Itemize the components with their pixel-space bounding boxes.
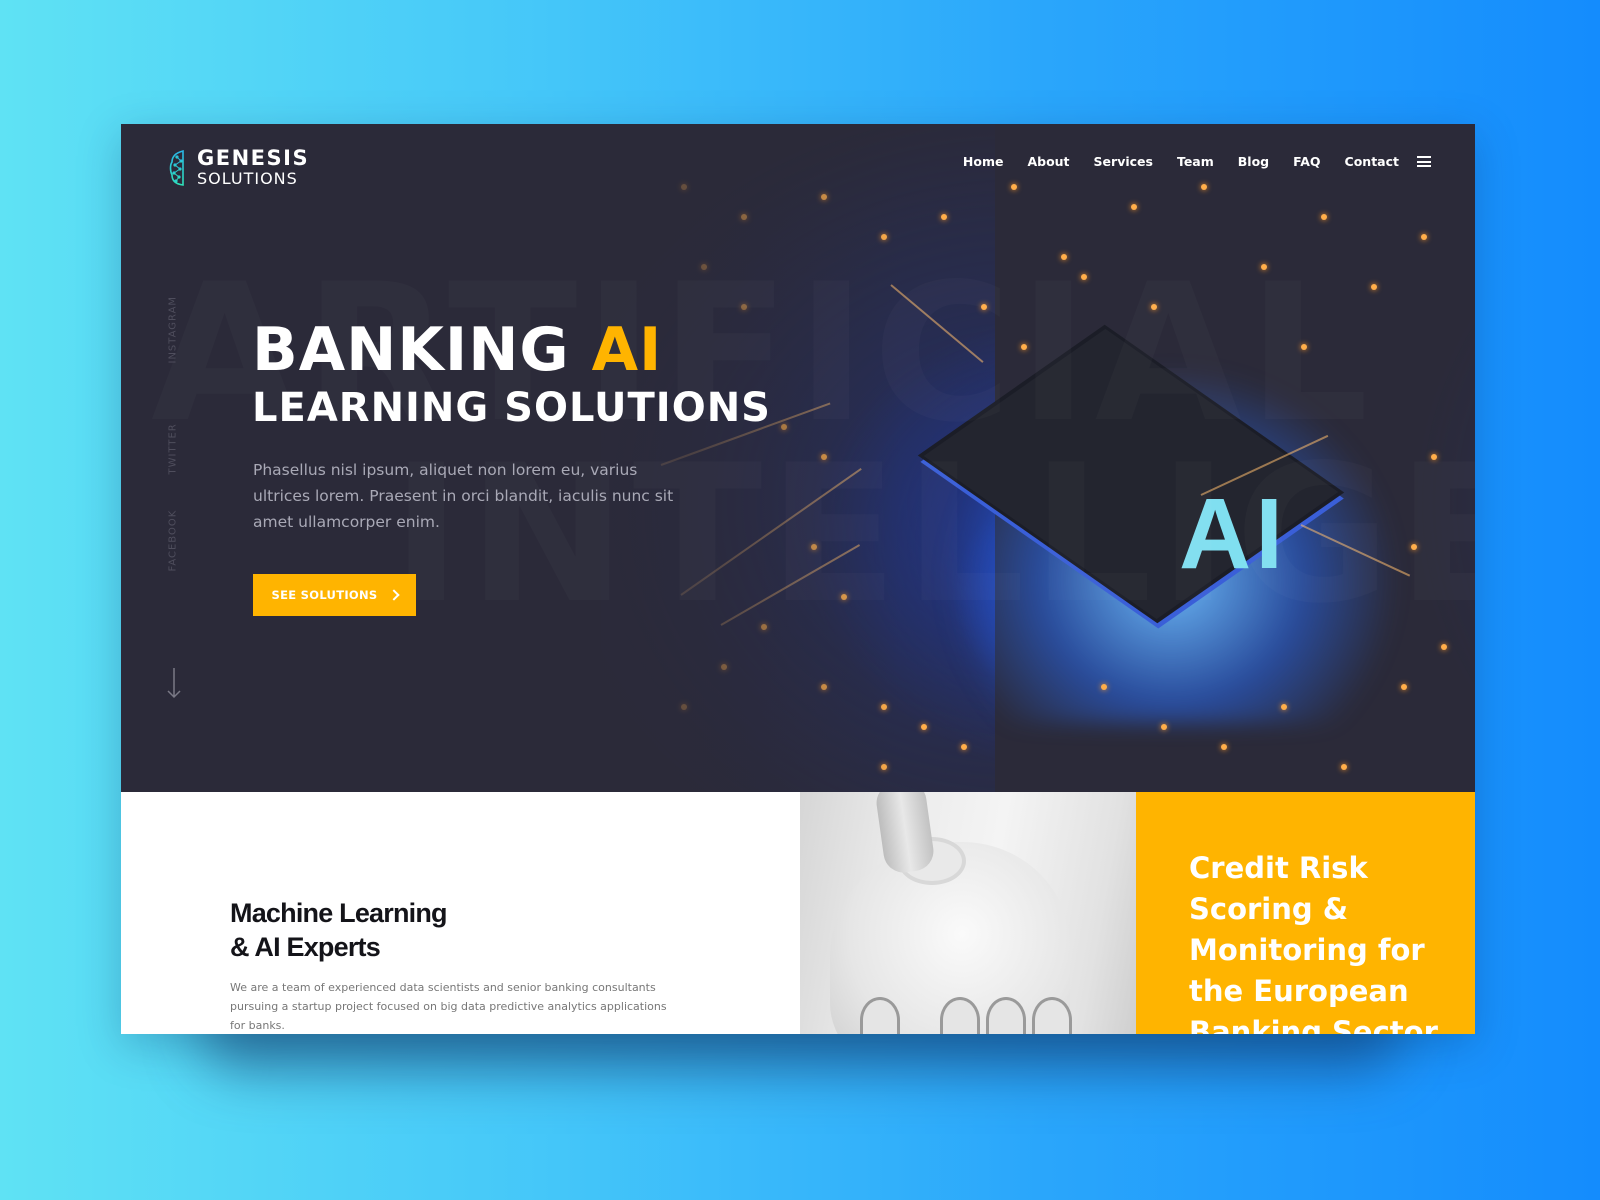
hero-title: BANKING AI LEARNING SOLUTIONS xyxy=(252,319,771,433)
circuit-light xyxy=(921,724,927,730)
circuit-light xyxy=(1221,744,1227,750)
feature-card-title: Credit Risk Scoring & Monitoring for the… xyxy=(1189,851,1438,1034)
robot-hand-image xyxy=(800,792,1136,1034)
nav-faq[interactable]: FAQ xyxy=(1293,154,1320,169)
chevron-right-icon xyxy=(387,589,400,601)
about-title-line-2: & AI Experts xyxy=(230,932,381,962)
about-description: We are a team of experienced data scient… xyxy=(230,981,667,1032)
circuit-light xyxy=(1441,644,1447,650)
about-title-line-1: Machine Learning xyxy=(230,898,448,928)
feature-card[interactable]: Credit Risk Scoring & Monitoring for the… xyxy=(1136,792,1475,1034)
circuit-light xyxy=(1161,724,1167,730)
arrow-down-icon[interactable] xyxy=(166,666,182,700)
nav-team[interactable]: Team xyxy=(1177,154,1214,169)
hamburger-icon[interactable] xyxy=(1417,156,1431,167)
hero-description: Phasellus nisl ipsum, aliquet non lorem … xyxy=(253,461,674,531)
brain-circuit-icon xyxy=(169,149,184,186)
nav-about[interactable]: About xyxy=(1027,154,1069,169)
nav-services[interactable]: Services xyxy=(1094,154,1153,169)
nav-home[interactable]: Home xyxy=(963,154,1004,169)
circuit-light xyxy=(1131,204,1137,210)
hero-subtitle: LEARNING SOLUTIONS xyxy=(252,385,771,431)
nav-contact[interactable]: Contact xyxy=(1345,154,1399,169)
social-link-facebook[interactable]: FACEBOOK xyxy=(168,510,179,572)
hero-section: AI ARTIFICIAL INTELLIGENCE GENESIS SOLUT… xyxy=(121,124,1475,792)
see-solutions-button[interactable]: SEE SOLUTIONS xyxy=(253,574,416,616)
hero-title-word: BANKING xyxy=(252,315,570,385)
social-link-instagram[interactable]: INSTAGRAM xyxy=(168,296,179,364)
brand-name: GENESIS xyxy=(197,146,310,170)
website-mockup: AI ARTIFICIAL INTELLIGENCE GENESIS SOLUT… xyxy=(121,124,1475,1034)
circuit-light xyxy=(961,744,967,750)
about-section: Machine Learning & AI Experts We are a t… xyxy=(121,792,800,1034)
circuit-light xyxy=(1201,184,1207,190)
circuit-light xyxy=(1011,184,1017,190)
brand-logo[interactable]: GENESIS SOLUTIONS xyxy=(169,148,309,187)
circuit-light xyxy=(1101,684,1107,690)
circuit-light xyxy=(1401,684,1407,690)
circuit-light xyxy=(1321,214,1327,220)
circuit-light xyxy=(941,214,947,220)
hero-title-accent: AI xyxy=(591,315,663,385)
circuit-light xyxy=(1421,234,1427,240)
social-link-twitter[interactable]: TWITTER xyxy=(168,423,179,474)
circuit-light xyxy=(1281,704,1287,710)
nav-blog[interactable]: Blog xyxy=(1238,154,1269,169)
brand-subname: SOLUTIONS xyxy=(197,169,298,188)
circuit-light xyxy=(1341,764,1347,770)
main-nav: Home About Services Team Blog FAQ Contac… xyxy=(939,154,1431,169)
about-title: Machine Learning & AI Experts xyxy=(230,896,448,964)
see-solutions-label: SEE SOLUTIONS xyxy=(271,588,378,602)
